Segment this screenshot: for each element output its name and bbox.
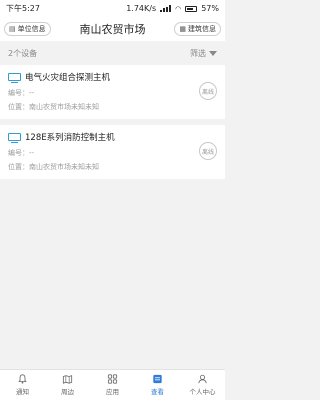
tab-label: 查看 xyxy=(151,388,164,396)
tab-label: 应用 xyxy=(106,388,119,396)
status-bar: 下午5:27 1.74K/s ◠ 57% xyxy=(0,0,225,17)
device-card[interactable]: 128E系列消防控制主机 编号：-- 位置：南山农贸市场未知未知 离线 xyxy=(0,125,225,179)
device-name: 128E系列消防控制主机 xyxy=(25,133,115,143)
apps-icon xyxy=(107,374,118,384)
page-title: 南山农贸市场 xyxy=(79,23,146,36)
monitor-icon xyxy=(8,73,21,83)
building-info-button[interactable]: ▦ 建筑信息 xyxy=(174,22,221,36)
view-icon xyxy=(153,374,162,384)
tab-notify[interactable]: 通知 xyxy=(0,370,45,400)
unit-info-button[interactable]: ▤ 单位信息 xyxy=(4,22,51,36)
bell-icon xyxy=(18,374,27,384)
device-code: 编号：-- xyxy=(8,89,35,97)
status-time: 下午5:27 xyxy=(6,4,40,13)
tab-label: 周边 xyxy=(61,388,74,396)
signal-icon xyxy=(160,5,172,12)
unit-info-label: 单位信息 xyxy=(17,25,46,33)
tab-label: 个人中心 xyxy=(189,388,216,396)
person-icon xyxy=(198,374,207,384)
filter-icon xyxy=(209,50,217,56)
tab-apps[interactable]: 应用 xyxy=(90,370,135,400)
device-code: 编号：-- xyxy=(8,149,35,157)
building-info-label: 建筑信息 xyxy=(188,25,216,33)
battery-icon xyxy=(185,5,198,12)
device-title-row: 128E系列消防控制主机 xyxy=(8,131,217,143)
device-location: 位置：南山农贸市场未知未知 xyxy=(8,163,99,171)
building-icon: ▦ xyxy=(179,25,186,33)
monitor-icon xyxy=(8,133,21,143)
tab-nearby[interactable]: 周边 xyxy=(45,370,90,400)
status-badge: 离线 xyxy=(199,82,217,100)
filter-button[interactable]: 筛选 xyxy=(190,48,217,59)
device-title-row: 电气火灾组合探测主机 xyxy=(8,71,217,83)
network-speed: 1.74K/s xyxy=(126,4,157,13)
filter-label: 筛选 xyxy=(190,48,206,58)
battery-level: 57% xyxy=(201,4,219,13)
status-badge: 离线 xyxy=(199,142,217,160)
device-location: 位置：南山农贸市场未知未知 xyxy=(8,103,99,111)
device-name: 电气火灾组合探测主机 xyxy=(25,73,111,83)
map-icon xyxy=(62,375,73,384)
status-indicators: 1.74K/s ◠ 57% xyxy=(126,4,219,13)
app-header: ▤ 单位信息 南山农贸市场 ▦ 建筑信息 xyxy=(0,17,225,41)
device-card[interactable]: 电气火灾组合探测主机 编号：-- 位置：南山农贸市场未知未知 离线 xyxy=(0,65,225,119)
device-count-bar: 2个设备 筛选 xyxy=(0,41,225,65)
wifi-icon: ◠ xyxy=(175,4,182,13)
tab-profile[interactable]: 个人中心 xyxy=(180,370,225,400)
unit-icon: ▤ xyxy=(9,25,16,33)
device-count: 2个设备 xyxy=(8,48,38,58)
tab-view[interactable]: 查看 xyxy=(135,370,180,400)
tab-label: 通知 xyxy=(16,388,29,396)
bottom-tab-bar: 通知 周边 应用 查看 个人中心 xyxy=(0,369,225,400)
